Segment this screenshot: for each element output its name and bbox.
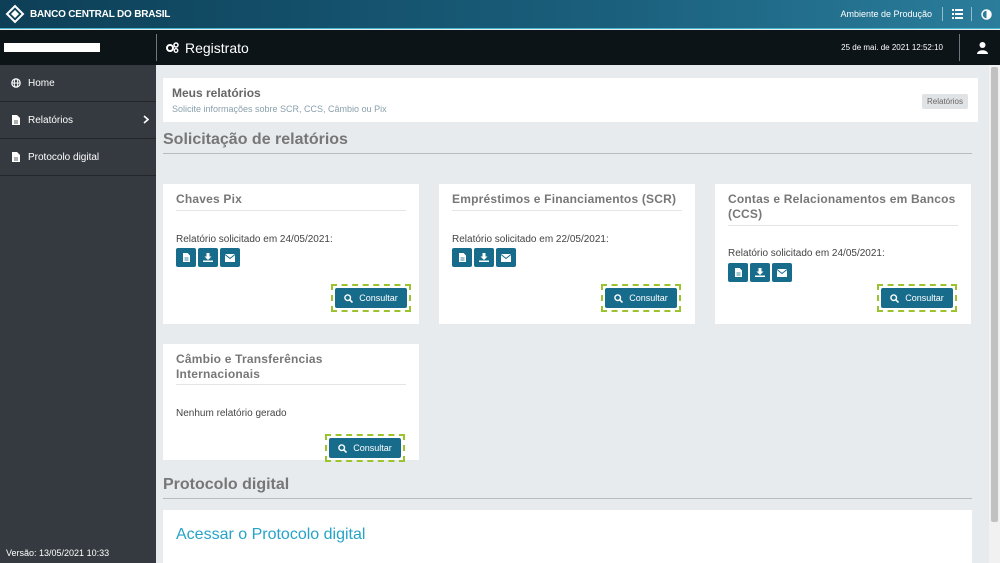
search-icon xyxy=(344,293,354,303)
focus-outline: Consultar xyxy=(331,284,411,312)
section-divider xyxy=(163,153,972,154)
download-icon xyxy=(479,253,489,262)
report-actions xyxy=(176,248,242,267)
envelope-icon xyxy=(777,268,787,277)
card-divider xyxy=(452,210,682,211)
file-icon xyxy=(182,253,190,262)
contrast-icon[interactable] xyxy=(972,0,1000,29)
card-divider xyxy=(728,225,958,226)
divider xyxy=(156,34,157,61)
chevron-right-icon xyxy=(143,115,150,127)
scrollbar[interactable] xyxy=(989,65,1000,563)
globe-icon xyxy=(11,78,21,88)
page-header: Meus relatórios Solicite informações sob… xyxy=(163,78,978,122)
file-icon xyxy=(734,268,742,277)
app-title: Registrato xyxy=(166,30,249,65)
report-card-scr: Empréstimos e Financiamentos (SCR) Relat… xyxy=(439,184,695,324)
email-report-button[interactable] xyxy=(772,263,792,282)
view-report-button[interactable] xyxy=(452,248,472,267)
section-title-reports: Solicitação de relatórios xyxy=(163,131,348,148)
breadcrumb-badge[interactable]: Relatórios xyxy=(921,94,968,109)
sidebar: Home Relatórios Protocolo digital Versão… xyxy=(0,65,156,563)
card-status: Relatório solicitado em 24/05/2021: xyxy=(176,234,333,245)
consultar-button[interactable]: Consultar xyxy=(329,438,401,458)
email-report-button[interactable] xyxy=(220,248,240,267)
card-divider xyxy=(176,384,406,385)
button-label: Consultar xyxy=(353,443,392,453)
brand-name: BANCO CENTRAL DO BRASIL xyxy=(30,8,171,20)
current-datetime: 25 de mai. de 2021 12:52:10 xyxy=(841,43,943,52)
search-icon xyxy=(614,293,624,303)
envelope-icon xyxy=(501,253,511,262)
consultar-button[interactable]: Consultar xyxy=(335,288,407,308)
sidebar-item-label: Relatórios xyxy=(28,114,74,126)
download-report-button[interactable] xyxy=(474,248,494,267)
focus-outline: Consultar xyxy=(325,434,405,462)
download-report-button[interactable] xyxy=(198,248,218,267)
download-icon xyxy=(203,253,213,262)
card-divider xyxy=(176,210,406,211)
sidebar-item-label: Protocolo digital xyxy=(28,151,100,163)
sidebar-item-label: Home xyxy=(28,77,55,89)
report-card-pix: Chaves Pix Relatório solicitado em 24/05… xyxy=(163,184,419,324)
app-bar: Registrato 25 de mai. de 2021 12:52:10 xyxy=(0,30,1000,65)
download-icon xyxy=(755,268,765,277)
sidebar-item-home[interactable]: Home xyxy=(0,65,156,102)
report-card-ccs: Contas e Relacionamentos em Bancos (CCS)… xyxy=(715,184,971,324)
scrollbar-thumb[interactable] xyxy=(991,67,998,522)
card-status: Relatório solicitado em 24/05/2021: xyxy=(728,248,885,259)
section-title-protocol: Protocolo digital xyxy=(163,476,290,493)
envelope-icon xyxy=(225,253,235,262)
focus-outline: Consultar xyxy=(601,284,681,312)
sidebar-item-protocolo-digital[interactable]: Protocolo digital xyxy=(0,139,156,176)
top-bar: BANCO CENTRAL DO BRASIL Ambiente de Prod… xyxy=(0,0,1000,29)
user-icon[interactable] xyxy=(977,30,988,65)
report-actions xyxy=(452,248,518,267)
button-label: Consultar xyxy=(359,293,398,303)
section-divider xyxy=(163,498,972,499)
divider xyxy=(959,34,960,61)
consultar-button[interactable]: Consultar xyxy=(881,288,953,308)
card-status: Nenhum relatório gerado xyxy=(176,408,287,419)
bcb-logo-icon xyxy=(5,4,25,24)
focus-outline: Consultar xyxy=(877,284,957,312)
download-report-button[interactable] xyxy=(750,263,770,282)
card-title: Empréstimos e Financiamentos (SCR) xyxy=(452,192,677,206)
file-icon xyxy=(11,115,21,125)
report-card-cambio: Câmbio e Transferências Internacionais N… xyxy=(163,344,419,462)
report-actions xyxy=(728,263,794,282)
search-icon xyxy=(890,293,900,303)
page-title: Meus relatórios xyxy=(172,86,261,100)
page-subtitle: Solicite informações sobre SCR, CCS, Câm… xyxy=(172,104,387,114)
version-info: Versão: 13/05/2021 10:33 xyxy=(6,548,110,558)
view-report-button[interactable] xyxy=(728,263,748,282)
protocol-link[interactable]: Acessar o Protocolo digital xyxy=(176,526,365,544)
card-title: Contas e Relacionamentos em Bancos (CCS) xyxy=(728,192,956,221)
environment-label: Ambiente de Produção xyxy=(840,9,932,19)
file-icon xyxy=(458,253,466,262)
list-view-icon[interactable] xyxy=(943,0,971,29)
email-report-button[interactable] xyxy=(496,248,516,267)
gears-icon xyxy=(166,42,179,53)
search-icon xyxy=(338,443,348,453)
brand[interactable]: BANCO CENTRAL DO BRASIL xyxy=(5,4,170,24)
card-title: Chaves Pix xyxy=(176,192,243,206)
sidebar-item-relatorios[interactable]: Relatórios xyxy=(0,102,156,139)
app-title-text: Registrato xyxy=(185,39,249,56)
main-content: Meus relatórios Solicite informações sob… xyxy=(156,65,989,563)
button-label: Consultar xyxy=(905,293,944,303)
consultar-button[interactable]: Consultar xyxy=(605,288,677,308)
user-name-box xyxy=(4,43,100,52)
card-status: Relatório solicitado em 22/05/2021: xyxy=(452,234,609,245)
file-icon xyxy=(11,152,21,162)
button-label: Consultar xyxy=(629,293,668,303)
protocol-card: Acessar o Protocolo digital xyxy=(163,510,972,563)
card-title: Câmbio e Transferências Internacionais xyxy=(176,352,323,381)
view-report-button[interactable] xyxy=(176,248,196,267)
